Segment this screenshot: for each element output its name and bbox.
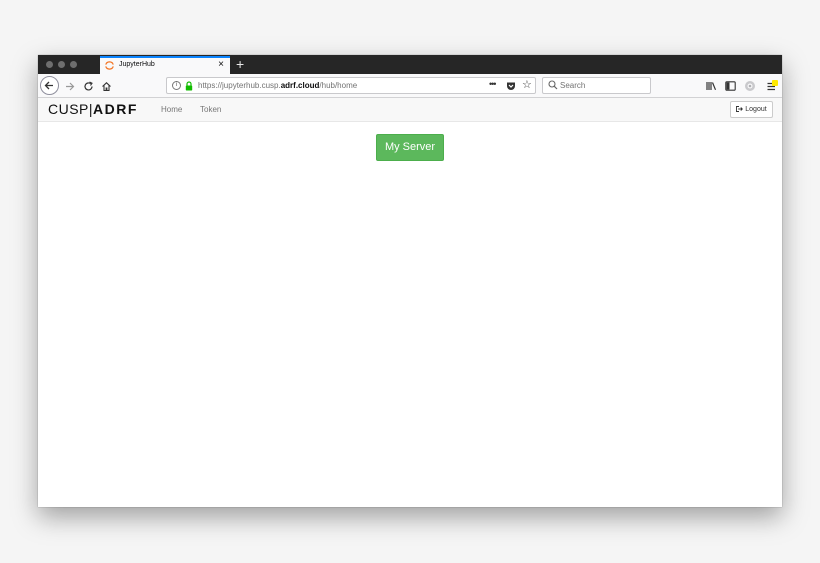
home-icon (101, 82, 111, 92)
search-bar[interactable]: Search (542, 77, 651, 94)
tab-close-icon[interactable]: × (218, 59, 224, 71)
menu-button[interactable] (767, 80, 779, 92)
nav-link-home[interactable]: Home (161, 105, 182, 114)
logout-label: Logout (745, 106, 767, 113)
browser-toolbar: i https://jupyterhub.cusp.adrf.cloud/hub… (38, 74, 782, 98)
logout-icon (736, 105, 744, 112)
back-button[interactable] (40, 76, 59, 95)
url-text[interactable]: https://jupyterhub.cusp.adrf.cloud/hub/h… (198, 81, 357, 90)
sidebar-icon[interactable] (725, 81, 736, 91)
page-content: CUSP|ADRF Home Token Logout My Server (38, 98, 782, 507)
page-actions-icon[interactable]: ••• (489, 79, 497, 89)
search-input[interactable]: Search (560, 81, 585, 90)
forward-button[interactable] (61, 78, 77, 94)
update-badge-icon (772, 80, 778, 86)
home-button[interactable] (98, 78, 114, 94)
cusp-adrf-logo[interactable]: CUSP|ADRF (48, 101, 138, 117)
jupyterhub-navbar: CUSP|ADRF Home Token Logout (38, 98, 782, 122)
browser-window: JupyterHub × + i https://jupyterhub.cusp… (38, 55, 782, 507)
library-icon[interactable] (706, 81, 717, 91)
tab-jupyterhub[interactable]: JupyterHub × (100, 56, 230, 74)
close-window-icon[interactable] (46, 61, 53, 68)
tab-title: JupyterHub (119, 61, 155, 68)
maximize-window-icon[interactable] (70, 61, 77, 68)
logout-button[interactable]: Logout (730, 101, 773, 118)
minimize-window-icon[interactable] (58, 61, 65, 68)
bookmark-star-icon[interactable]: ☆ (522, 78, 532, 91)
tab-bar: JupyterHub × + (38, 55, 782, 74)
nav-link-token[interactable]: Token (200, 105, 221, 114)
reload-icon (83, 81, 93, 91)
forward-arrow-icon (65, 82, 74, 91)
my-server-button[interactable]: My Server (376, 134, 444, 161)
back-arrow-icon (44, 81, 53, 90)
search-icon (548, 80, 558, 90)
url-bar[interactable]: i https://jupyterhub.cusp.adrf.cloud/hub… (166, 77, 536, 94)
jupyter-icon (105, 61, 114, 70)
site-info-icon[interactable]: i (172, 81, 181, 90)
lock-icon[interactable] (185, 81, 193, 91)
pocket-icon[interactable] (506, 81, 516, 91)
new-tab-button[interactable]: + (236, 55, 244, 73)
reload-button[interactable] (80, 78, 96, 94)
extension-icon[interactable] (744, 80, 756, 92)
